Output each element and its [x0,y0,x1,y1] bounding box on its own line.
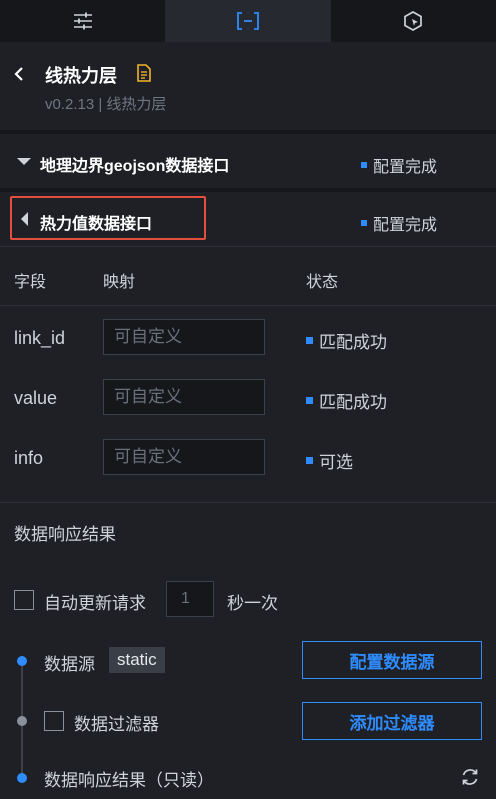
datasource-type-tag: static [109,647,165,673]
status-text: 配置完成 [373,217,438,234]
top-tab-bar [0,0,496,42]
status-badge: 配置完成 [361,153,437,177]
page-title: 线热力层 [45,66,117,86]
field-name: link_id [14,328,66,348]
auto-update-label: 自动更新请求 [44,594,146,613]
mapping-input[interactable] [103,379,265,415]
mapping-input[interactable] [103,319,265,355]
response-result-label: 数据响应结果（只读） [44,771,214,790]
status-dot [361,220,367,226]
status-badge: 配置完成 [361,211,437,235]
status-text: 可选 [319,453,353,472]
response-title: 数据响应结果 [14,525,116,544]
field-name: info [14,448,44,468]
tab-interaction[interactable] [330,0,496,42]
filter-label: 数据过滤器 [74,715,159,734]
status-dot [361,162,367,168]
sliders-icon [73,12,92,30]
highlight-box [10,196,206,240]
timeline-dot [17,716,27,726]
divider [0,502,496,503]
interval-unit: 秒一次 [227,594,278,613]
interval-input[interactable] [166,581,214,617]
match-status: 可选 [306,448,353,473]
divider [0,188,496,192]
config-datasource-button[interactable]: 配置数据源 [302,641,482,679]
mapping-input[interactable] [103,439,265,475]
version-text: v0.2.13 | 线热力层 [45,96,167,113]
divider [0,130,496,134]
column-header-field: 字段 [14,274,47,291]
auto-update-checkbox[interactable] [14,590,34,610]
status-dot [306,397,313,404]
divider [0,246,496,247]
timeline-dot [17,656,27,666]
chevron-down-icon [17,158,31,165]
status-dot [306,457,313,464]
status-dot [306,337,313,344]
add-filter-button[interactable]: 添加过滤器 [302,702,482,740]
section-geojson-api[interactable]: 地理边界geojson数据接口 配置完成 [0,136,496,188]
match-status: 匹配成功 [306,388,387,413]
hexagon-cursor-icon [404,11,423,31]
tab-config[interactable] [0,0,166,42]
column-header-status: 状态 [306,274,339,291]
divider [0,305,496,306]
section-label: 地理边界geojson数据接口 [40,158,230,175]
refresh-icon[interactable] [459,766,481,788]
filter-checkbox[interactable] [44,711,64,731]
column-header-mapping: 映射 [103,274,136,291]
document-icon[interactable] [136,64,152,82]
match-status: 匹配成功 [306,328,387,353]
status-text: 匹配成功 [319,333,387,352]
bracket-box-icon [237,12,259,30]
tab-data[interactable] [165,0,331,42]
datasource-label: 数据源 [44,655,95,674]
timeline-dot [17,773,27,783]
status-text: 匹配成功 [319,393,387,412]
field-name: value [14,388,58,408]
chevron-left-icon[interactable] [10,64,30,84]
status-text: 配置完成 [373,159,438,176]
